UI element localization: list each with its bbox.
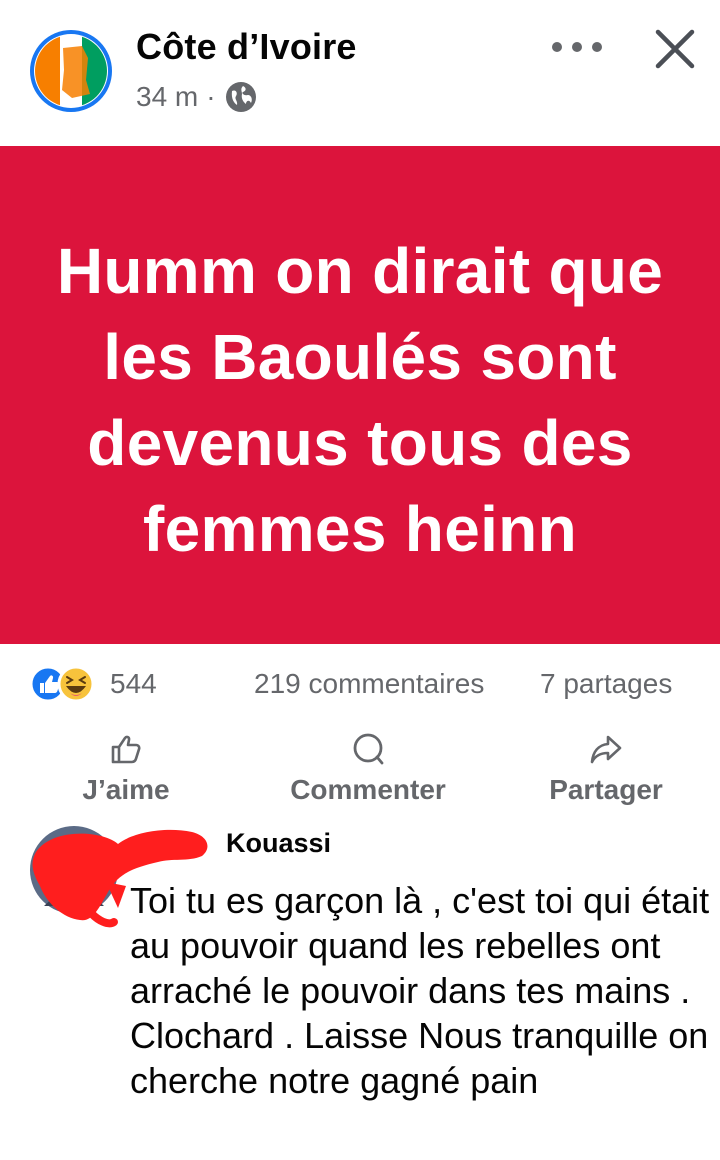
haha-icon	[57, 665, 95, 703]
like-label: J’aime	[82, 774, 170, 805]
more-options-icon[interactable]	[552, 36, 602, 58]
page-name[interactable]: Côte d’Ivoire	[136, 26, 357, 68]
post-banner[interactable]: Humm on dirait que les Baoulés sont deve…	[0, 146, 720, 644]
share-icon	[590, 735, 622, 764]
reaction-count: 544	[110, 668, 157, 699]
comment-button[interactable]: Commenter	[276, 732, 460, 806]
post-text: Humm on dirait que les Baoulés sont deve…	[56, 235, 664, 565]
reactions-summary[interactable]: 544	[28, 664, 157, 704]
comment-text: Toi tu es garçon là , c'est toi qui étai…	[130, 880, 710, 1101]
globe-icon	[225, 82, 256, 112]
comment-count-link[interactable]: 219 commentaires	[254, 664, 484, 704]
comment-icon	[353, 733, 384, 765]
post-meta: 34 m ·	[136, 80, 258, 114]
like-button[interactable]: J’aime	[66, 732, 186, 806]
flag-avatar-icon	[30, 30, 112, 112]
post-time[interactable]: 34 m	[136, 81, 198, 113]
meta-separator: ·	[206, 81, 216, 112]
share-label: Partager	[549, 774, 663, 805]
page-avatar[interactable]	[28, 28, 114, 114]
comment-author[interactable]: Kouassi	[226, 828, 331, 859]
share-button[interactable]: Partager	[536, 732, 676, 806]
share-count-link[interactable]: 7 partages	[540, 664, 672, 704]
close-icon[interactable]	[652, 26, 698, 72]
comment-label: Commenter	[290, 774, 446, 805]
thumbs-up-icon	[111, 735, 141, 764]
